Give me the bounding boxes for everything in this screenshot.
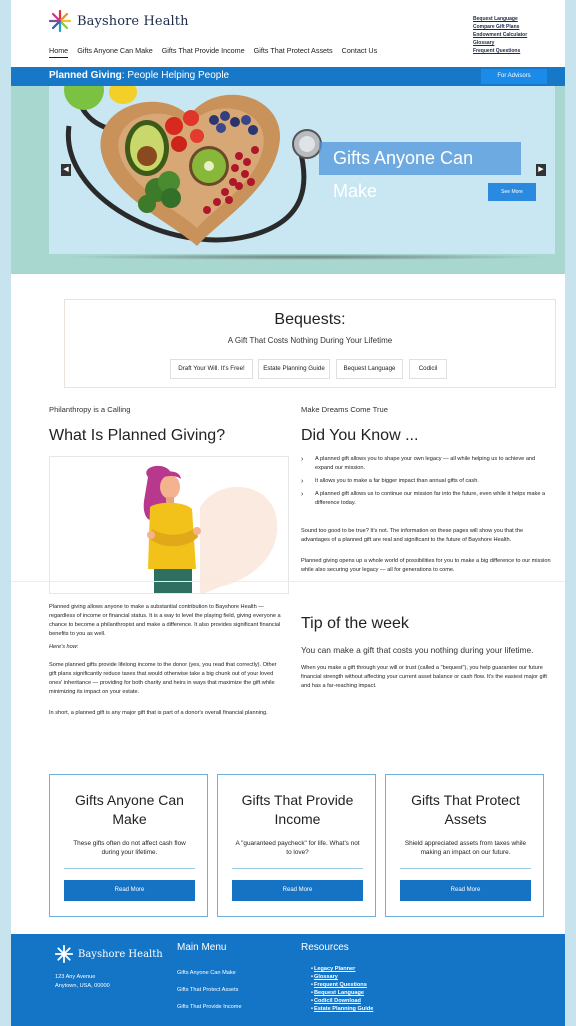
chevron-right-icon: ›	[301, 478, 304, 485]
tip-subheading: You can make a gift that costs you nothi…	[301, 645, 534, 655]
link-endowment-calculator[interactable]: Endowment Calculator	[473, 32, 527, 38]
card-divider	[400, 868, 531, 869]
hero-caption: Gifts Anyone Can Make	[319, 142, 521, 201]
card-divider	[232, 868, 363, 869]
right-heading: Did You Know ...	[301, 427, 419, 444]
page-frame-left	[0, 0, 11, 1026]
card-title: Gifts That Provide Income	[241, 792, 354, 827]
footer-menu: Gifts Anyone Can Make Gifts That Protect…	[177, 970, 242, 1010]
section-title-bar: Planned Giving: People Helping People Fo…	[11, 67, 565, 86]
footer-logo[interactable]: Bayshore Health	[55, 945, 163, 963]
card-gifts-anyone: Gifts Anyone Can Make These gifts often …	[49, 774, 208, 917]
nav-gifts-anyone[interactable]: Gifts Anyone Can Make	[77, 46, 153, 58]
bequest-language-button[interactable]: Bequest Language	[336, 359, 403, 379]
hero-shadow	[61, 254, 551, 260]
divider	[11, 581, 565, 582]
draft-will-button[interactable]: Draft Your Will. It's Free!	[170, 359, 253, 379]
list-item: › A planned gift allows you to shape you…	[301, 455, 551, 473]
resource-link[interactable]: Bequest Language	[311, 990, 373, 996]
link-bequest-language[interactable]: Bequest Language	[473, 16, 527, 22]
section-title-rest: : People Helping People	[121, 70, 230, 81]
tip-heading: Tip of the week	[301, 615, 409, 632]
list-item: › A planned gift allows us to continue o…	[301, 490, 551, 508]
slider-prev-icon[interactable]: ◀	[61, 164, 71, 176]
left-paragraph-2-text: Here's how:	[49, 644, 79, 650]
link-glossary[interactable]: Glossary	[473, 40, 527, 46]
left-heading: What Is Planned Giving?	[49, 427, 226, 444]
card-gifts-protect: Gifts That Protect Assets Shield appreci…	[385, 774, 544, 917]
nav-gifts-protect[interactable]: Gifts That Protect Assets	[254, 46, 333, 58]
starburst-logo-icon	[55, 945, 73, 963]
read-more-button[interactable]: Read More	[232, 880, 363, 901]
list-item-text: A planned gift allows us to continue our…	[315, 491, 546, 506]
card-description: These gifts often do not affect cash flo…	[73, 840, 186, 857]
starburst-logo-icon	[48, 9, 72, 33]
resource-link[interactable]: Glossary	[311, 974, 373, 980]
footer-menu-item[interactable]: Gifts That Protect Assets	[177, 987, 242, 993]
list-item-text: It allows you to make a far bigger impac…	[315, 478, 479, 484]
read-more-button[interactable]: Read More	[400, 880, 531, 901]
woman-illustration	[49, 456, 289, 594]
left-kicker: Philanthropy is a Calling	[49, 405, 131, 414]
bequests-subtitle: A Gift That Costs Nothing During Your Li…	[227, 336, 393, 345]
nav-contact[interactable]: Contact Us	[342, 46, 378, 58]
logo-text: Bayshore Health	[77, 13, 189, 29]
footer-resources: Legacy Planner Glossary Frequent Questio…	[311, 966, 373, 1012]
card-title: Gifts That Protect Assets	[411, 792, 520, 827]
left-paragraph-4: In short, a planned gift is any major gi…	[49, 710, 268, 716]
card-divider	[64, 868, 195, 869]
utility-links: Bequest Language Compare Gift Plans Endo…	[473, 16, 527, 54]
did-you-know-list: › A planned gift allows you to shape you…	[301, 455, 551, 512]
link-frequent-questions[interactable]: Frequent Questions	[473, 48, 527, 54]
see-more-button[interactable]: See More	[488, 183, 536, 201]
for-advisors-button[interactable]: For Advisors	[481, 69, 547, 84]
right-kicker: Make Dreams Come True	[301, 405, 388, 414]
right-paragraph-2: Planned giving opens up a whole world of…	[301, 558, 551, 574]
left-paragraph-3: Some planned gifts provide lifelong inco…	[49, 662, 277, 696]
footer-address: 123 Any Avenue Anytown, USA, 00000	[55, 973, 110, 991]
page: Bayshore Health Home Gifts Anyone Can Ma…	[0, 0, 576, 1026]
nav-gifts-income[interactable]: Gifts That Provide Income	[162, 46, 245, 58]
resource-link[interactable]: Legacy Planner	[311, 966, 373, 972]
link-compare-gift-plans[interactable]: Compare Gift Plans	[473, 24, 527, 30]
card-gifts-income: Gifts That Provide Income A "guaranteed …	[217, 774, 376, 917]
footer-menu-item[interactable]: Gifts Anyone Can Make	[177, 970, 242, 976]
resource-link[interactable]: Codicil Download	[311, 998, 373, 1004]
address-line-1: 123 Any Avenue	[55, 974, 96, 980]
section-title: Planned Giving: People Helping People	[49, 70, 229, 81]
footer-menu-heading: Main Menu	[177, 942, 227, 953]
tip-body: When you make a gift through your will o…	[301, 665, 547, 690]
left-paragraph-2: Here's how:	[49, 643, 285, 652]
read-more-button[interactable]: Read More	[64, 880, 195, 901]
bequests-panel: Bequests: A Gift That Costs Nothing Duri…	[64, 299, 556, 388]
site-logo[interactable]: Bayshore Health	[48, 9, 189, 33]
bequests-title: Bequests:	[274, 311, 346, 328]
left-paragraph-1: Planned giving allows anyone to make a s…	[49, 604, 281, 638]
chevron-right-icon: ›	[301, 456, 304, 463]
slider-next-icon[interactable]: ▶	[536, 164, 546, 176]
right-paragraph-1: Sound too good to be true? It's not. The…	[301, 528, 524, 544]
page-frame-right	[565, 0, 576, 1026]
estate-planning-guide-button[interactable]: Estate Planning Guide	[258, 359, 330, 379]
main-nav: Home Gifts Anyone Can Make Gifts That Pr…	[49, 46, 377, 58]
list-item-text: A planned gift allows you to shape your …	[315, 456, 536, 471]
nav-home[interactable]: Home	[49, 46, 69, 58]
footer-logo-text: Bayshore Health	[78, 948, 163, 960]
codicil-button[interactable]: Codicil	[409, 359, 447, 379]
address-line-2: Anytown, USA, 00000	[55, 983, 110, 989]
card-title: Gifts Anyone Can Make	[75, 792, 184, 827]
hero-slider: Gifts Anyone Can Make See More ◀ ▶	[49, 86, 555, 254]
card-description: A "guaranteed paycheck" for life. What's…	[235, 840, 360, 857]
card-description: Shield appreciated assets from taxes whi…	[404, 840, 527, 857]
resource-link[interactable]: Estate Planning Guide	[311, 1006, 373, 1012]
section-title-bold: Planned Giving	[49, 70, 122, 81]
site-footer: Bayshore Health 123 Any Avenue Anytown, …	[11, 934, 565, 1026]
footer-menu-item[interactable]: Gifts That Provide Income	[177, 1004, 242, 1010]
site-header: Bayshore Health Home Gifts Anyone Can Ma…	[11, 0, 565, 66]
chevron-right-icon: ›	[301, 491, 304, 498]
list-item: › It allows you to make a far bigger imp…	[301, 477, 551, 486]
site-sheet: Bayshore Health Home Gifts Anyone Can Ma…	[11, 0, 565, 1026]
resource-link[interactable]: Frequent Questions	[311, 982, 373, 988]
footer-resources-heading: Resources	[301, 942, 349, 953]
